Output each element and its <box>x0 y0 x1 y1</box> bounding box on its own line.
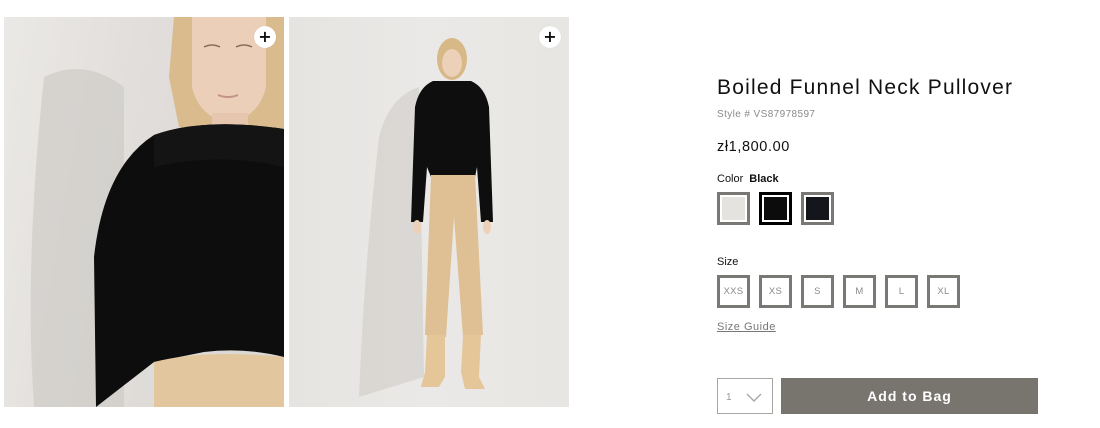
product-price: zł1,800.00 <box>717 139 790 155</box>
size-option-xl[interactable]: XL <box>927 275 960 308</box>
size-option-m[interactable]: M <box>843 275 876 308</box>
size-option-xs[interactable]: XS <box>759 275 792 308</box>
selected-color-name: Black <box>749 173 779 185</box>
product-gallery: + + <box>4 17 569 407</box>
fullbody-illustration <box>359 38 493 397</box>
color-label-row: Color Black <box>717 173 779 185</box>
plus-icon: + <box>543 26 557 46</box>
size-option-l[interactable]: L <box>885 275 918 308</box>
add-to-bag-button[interactable]: Add to Bag <box>781 378 1038 414</box>
swatch-fill <box>722 197 745 220</box>
color-swatch-light[interactable] <box>717 192 750 225</box>
size-option-s[interactable]: S <box>801 275 834 308</box>
swatch-fill <box>806 197 829 220</box>
quantity-select[interactable]: 1 <box>717 378 773 414</box>
color-label: Color <box>717 173 744 185</box>
product-image-fullbody[interactable]: + <box>289 17 569 407</box>
zoom-button-1[interactable]: + <box>254 26 276 48</box>
color-swatches <box>717 192 834 225</box>
color-swatch-black[interactable] <box>759 192 792 225</box>
size-label: Size <box>717 256 739 268</box>
chevron-down-icon <box>746 393 762 402</box>
color-swatch-navy[interactable] <box>801 192 834 225</box>
size-guide-link[interactable]: Size Guide <box>717 321 776 333</box>
product-title: Boiled Funnel Neck Pullover <box>717 76 1014 99</box>
size-options: XXS XS S M L XL <box>717 275 960 308</box>
style-number: Style # VS87978597 <box>717 109 816 120</box>
plus-icon: + <box>258 26 272 46</box>
zoom-button-2[interactable]: + <box>539 26 561 48</box>
product-image-closeup[interactable]: + <box>4 17 284 407</box>
size-option-xxs[interactable]: XXS <box>717 275 750 308</box>
quantity-value: 1 <box>726 392 732 403</box>
closeup-illustration <box>30 17 284 407</box>
swatch-fill <box>764 197 787 220</box>
